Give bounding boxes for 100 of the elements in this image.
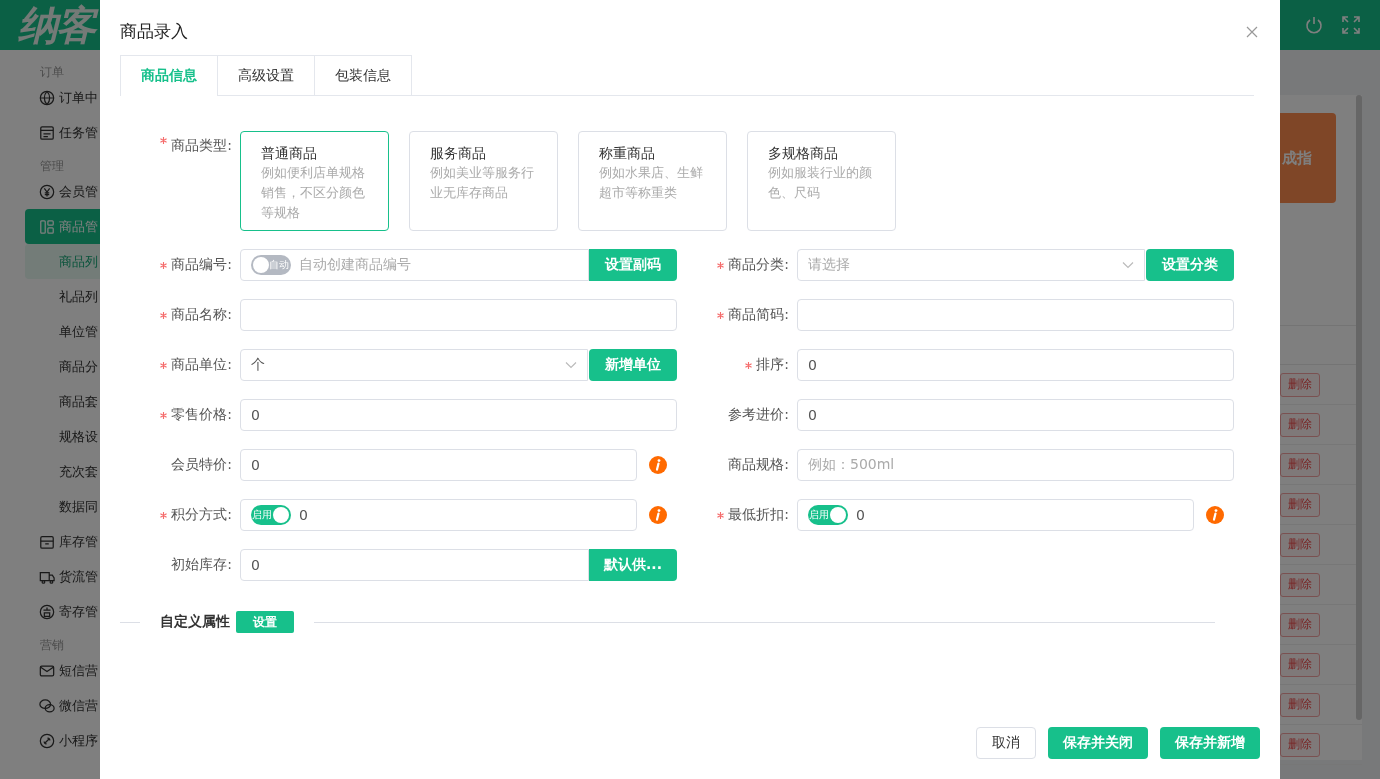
- menu-label: 订单中: [59, 88, 98, 107]
- info-icon[interactable]: [649, 456, 667, 474]
- input-field[interactable]: 0: [797, 349, 1234, 381]
- menu-item[interactable]: 库存管: [0, 524, 100, 559]
- toggle-switch[interactable]: 启用: [808, 505, 848, 525]
- submenu-item[interactable]: 规格设: [25, 419, 100, 454]
- menu-item[interactable]: 微信营: [0, 688, 100, 723]
- delete-button[interactable]: 删除: [1280, 452, 1320, 477]
- submenu-item[interactable]: 充次套: [25, 454, 100, 489]
- link-icon: [39, 732, 55, 749]
- tab[interactable]: 包装信息: [314, 55, 412, 95]
- box-icon: [39, 533, 55, 550]
- menu-label: 寄存管: [59, 602, 98, 621]
- menu-item[interactable]: 短信营: [0, 653, 100, 688]
- type-title: 普通商品: [261, 144, 318, 163]
- mail-icon: [39, 662, 55, 679]
- action-button[interactable]: 新增单位: [589, 349, 677, 381]
- input-field[interactable]: 0: [797, 399, 1234, 431]
- action-button[interactable]: 设置分类: [1146, 249, 1234, 281]
- field-label: 最低折扣:: [728, 506, 789, 524]
- submenu-item[interactable]: 数据同: [25, 489, 100, 524]
- delete-button[interactable]: 删除: [1280, 532, 1320, 557]
- input-field[interactable]: 例如：500ml: [797, 449, 1234, 481]
- input-field[interactable]: 0: [240, 449, 637, 481]
- field-label: 初始库存:: [171, 556, 232, 574]
- type-card[interactable]: 多规格商品 例如服装行业的颜色、尺码: [747, 131, 896, 231]
- delete-button[interactable]: 删除: [1280, 652, 1320, 677]
- field-label: 排序:: [756, 356, 789, 374]
- menu-label: 会员管: [59, 182, 98, 201]
- menu-item[interactable]: 小程序: [0, 723, 100, 758]
- delete-button[interactable]: 删除: [1280, 692, 1320, 717]
- select-field[interactable]: 请选择: [797, 249, 1145, 281]
- menu-item[interactable]: 寄存管: [0, 594, 100, 629]
- scrollbar[interactable]: [1356, 95, 1362, 720]
- input-field[interactable]: [240, 299, 677, 331]
- input-field[interactable]: 自动 自动创建商品编号: [240, 249, 589, 281]
- type-title: 服务商品: [430, 144, 487, 163]
- form-icon: [39, 124, 55, 141]
- delete-button[interactable]: 删除: [1280, 732, 1320, 757]
- action-button[interactable]: 默认供...: [589, 549, 677, 581]
- section-title: 自定义属性: [160, 613, 230, 631]
- menu-item[interactable]: 任务管: [0, 115, 100, 150]
- field-label: 商品单位:: [171, 356, 232, 374]
- menu-label: 微信营: [59, 696, 98, 715]
- fullscreen-icon[interactable]: [1342, 16, 1360, 34]
- field-label: 商品编号:: [171, 256, 232, 274]
- submenu-item[interactable]: 商品分: [25, 349, 100, 384]
- delete-button[interactable]: 删除: [1280, 492, 1320, 517]
- menu-label: 商品管: [59, 217, 98, 236]
- field-label: 零售价格:: [171, 406, 232, 424]
- settings-button[interactable]: 设置: [236, 611, 294, 633]
- toggle-switch[interactable]: 启用: [251, 505, 291, 525]
- save-button[interactable]: 保存并关闭: [1048, 727, 1148, 759]
- type-description: 例如便利店单规格销售，不区分颜色等规格: [261, 164, 366, 222]
- close-icon[interactable]: [1246, 25, 1258, 38]
- tab[interactable]: 商品信息: [120, 55, 218, 96]
- field-label: 会员特价:: [171, 456, 232, 474]
- type-description: 例如服装行业的颜色、尺码: [768, 164, 873, 202]
- delete-button[interactable]: 删除: [1280, 572, 1320, 597]
- globe-icon: [39, 89, 55, 106]
- info-icon[interactable]: [649, 506, 667, 524]
- action-button[interactable]: 设置副码: [589, 249, 677, 281]
- type-description: 例如水果店、生鲜超市等称重类: [599, 164, 704, 202]
- input-field[interactable]: 0: [240, 399, 677, 431]
- submenu-item[interactable]: 礼品列: [25, 279, 100, 314]
- menu-item[interactable]: 会员管: [0, 174, 100, 209]
- delete-button[interactable]: 删除: [1280, 412, 1320, 437]
- menu-label: 小程序: [59, 731, 98, 750]
- input-field[interactable]: [797, 299, 1234, 331]
- delete-button[interactable]: 删除: [1280, 612, 1320, 637]
- info-icon[interactable]: [1206, 506, 1224, 524]
- save-button[interactable]: 保存并新增: [1160, 727, 1260, 759]
- input-field[interactable]: 启用 0: [240, 499, 637, 531]
- input-field[interactable]: 0: [240, 549, 589, 581]
- type-card[interactable]: 服务商品 例如美业等服务行业无库存商品: [409, 131, 558, 231]
- grid-icon: [39, 218, 55, 235]
- field-label: 商品规格:: [728, 456, 789, 474]
- delete-button[interactable]: 删除: [1280, 372, 1320, 397]
- menu-item[interactable]: 货流管: [0, 559, 100, 594]
- input-field[interactable]: 启用 0: [797, 499, 1194, 531]
- field-label: 商品名称:: [171, 306, 232, 324]
- menu-item[interactable]: 订单中: [0, 80, 100, 115]
- type-title: 称重商品: [599, 144, 656, 163]
- menu-label: 任务管: [59, 123, 98, 142]
- field-label: 商品类型:: [171, 137, 232, 155]
- yen-icon: [39, 183, 55, 200]
- type-title: 多规格商品: [768, 144, 839, 163]
- cancel-button[interactable]: 取消: [976, 727, 1036, 759]
- menu-label: 短信营: [59, 661, 98, 680]
- type-card[interactable]: 普通商品 例如便利店单规格销售，不区分颜色等规格: [240, 131, 389, 231]
- submenu-item[interactable]: 商品套: [25, 384, 100, 419]
- type-description: 例如美业等服务行业无库存商品: [430, 164, 535, 202]
- chevron-down-icon: [1122, 261, 1134, 269]
- type-card[interactable]: 称重商品 例如水果店、生鲜超市等称重类: [578, 131, 727, 231]
- chat-icon: [39, 697, 55, 714]
- select-field[interactable]: 个: [240, 349, 588, 381]
- submenu-item[interactable]: 单位管: [25, 314, 100, 349]
- power-icon[interactable]: [1304, 15, 1324, 35]
- field-label: 积分方式:: [171, 506, 232, 524]
- field-label: 参考进价:: [728, 406, 789, 424]
